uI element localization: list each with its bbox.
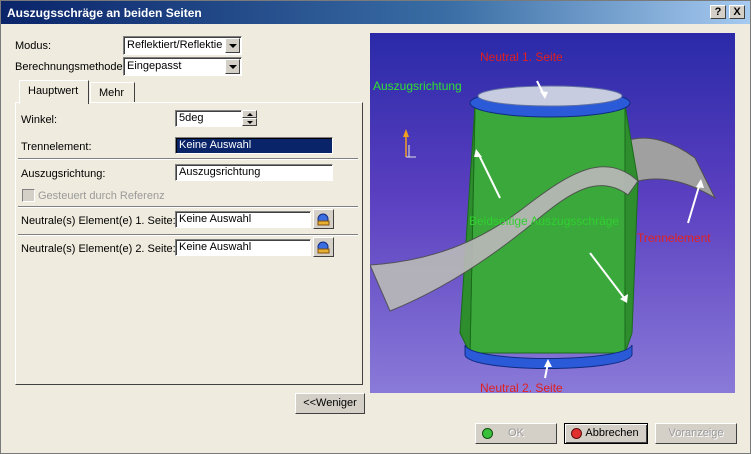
neutral1-field[interactable]: Keine Auswahl [175,211,311,228]
title-bar: Auszugsschräge an beiden Seiten ? X [1,1,750,24]
element-list-icon [317,241,330,254]
trennelement-label: Trennelement: [21,141,92,153]
tab-mehr[interactable]: Mehr [90,82,135,104]
preview-viewport: Neutral 1. Seite Auszugsrichtung Beidsei… [370,33,735,393]
dialog-window: Auszugsschräge an beiden Seiten ? X Modu… [0,0,751,454]
chevron-down-icon [228,64,237,69]
close-button[interactable]: X [729,5,745,19]
separator [18,206,358,208]
spin-up-icon[interactable] [242,110,257,118]
parting-surface-back [624,137,717,200]
auszugsrichtung-field[interactable]: Auszugsrichtung [175,164,333,181]
winkel-input[interactable]: 5deg [175,110,242,127]
spin-down-icon[interactable] [242,118,257,126]
label-trennelement: Trennelement [637,231,711,245]
abbrechen-label: Abbrechen [585,427,639,439]
voranzeige-button[interactable]: Voranzeige [655,423,737,444]
modus-combo[interactable]: Reflektiert/Reflektiert [123,36,242,55]
neutral2-list-button[interactable] [313,237,334,257]
berechnungsmethode-dropdown-arrow[interactable] [225,59,240,74]
arrow-trennelement [687,182,701,224]
berechnungsmethode-combo[interactable]: Eingepasst [123,57,242,76]
help-button[interactable]: ? [710,5,726,19]
neutral1-label: Neutrale(s) Element(e) 1. Seite: [21,215,176,227]
trennelement-field[interactable]: Keine Auswahl [175,137,333,154]
label-schraege: Beidseitige Auszugsschräge [469,214,620,228]
winkel-label: Winkel: [21,114,58,126]
separator [18,234,358,236]
auszugsrichtung-label: Auszugsrichtung: [21,168,106,180]
element-list-icon [317,213,330,226]
label-neutral1: Neutral 1. Seite [480,50,563,64]
tab-hauptwert[interactable]: Hauptwert [19,80,89,104]
dialog-title: Auszugsschräge an beiden Seiten [7,5,202,20]
winkel-spinner[interactable] [242,110,257,127]
label-neutral2: Neutral 2. Seite [480,381,563,393]
abbrechen-button[interactable]: Abbrechen [564,423,648,444]
neutral1-list-button[interactable] [313,209,334,229]
modus-dropdown-arrow[interactable] [225,38,240,53]
label-auszugsrichtung: Auszugsrichtung [373,79,462,93]
top-face [477,85,623,107]
chevron-down-icon [228,43,237,48]
modus-value: Reflektiert/Reflektiert [127,39,223,51]
modus-label: Modus: [15,40,52,52]
weniger-button[interactable]: <<Weniger [295,393,365,414]
separator [18,158,358,160]
ok-label: OK [508,427,524,439]
gesteuert-label: Gesteuert durch Referenz [38,190,165,202]
neutral2-field[interactable]: Keine Auswahl [175,239,311,256]
neutral2-label: Neutrale(s) Element(e) 2. Seite: [21,243,176,255]
ok-button[interactable]: OK [475,423,557,444]
ok-icon [482,428,493,439]
berechnungsmethode-value: Eingepasst [127,60,182,72]
gesteuert-checkbox[interactable] [22,189,35,202]
berechnungsmethode-label: Berechnungsmethode: [15,61,126,73]
cancel-icon [571,428,582,439]
